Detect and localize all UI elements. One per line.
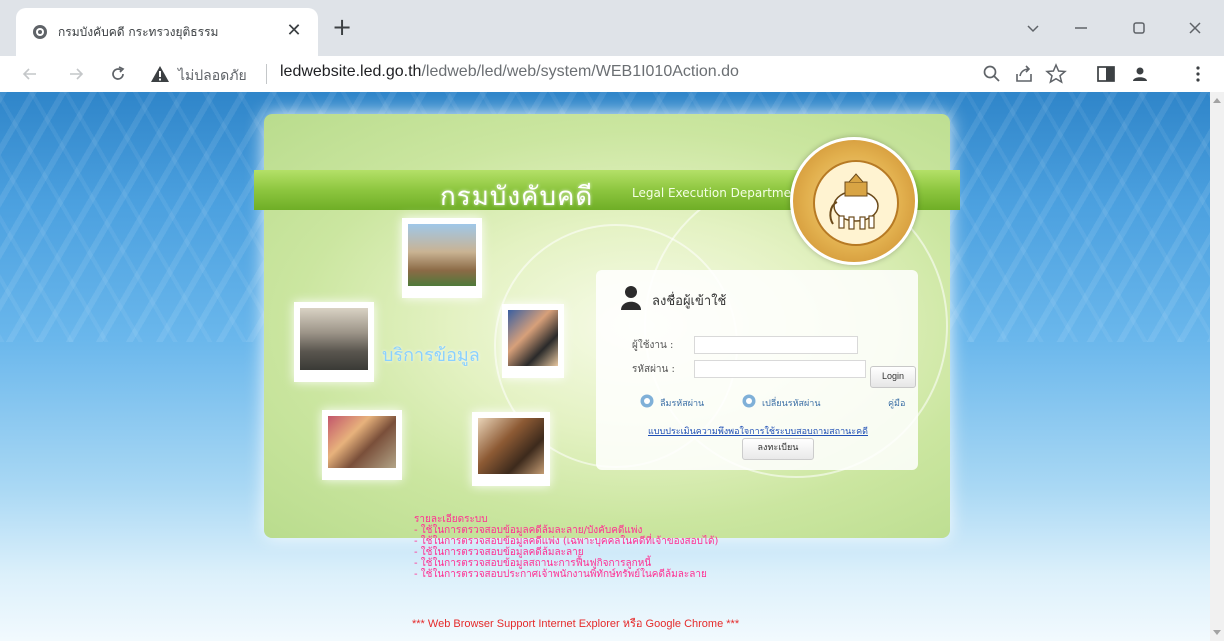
site-favicon-icon (33, 25, 47, 39)
browser-tab[interactable]: กรมบังคับคดี กระทรวงยุติธรรม ✕ (16, 8, 318, 56)
close-window-icon[interactable] (1180, 14, 1210, 42)
menu-icon[interactable] (1186, 62, 1210, 86)
browser-toolbar: ไม่ปลอดภัย ledwebsite.led.go.th/ledweb/l… (0, 56, 1224, 93)
username-label: ผู้ใช้งาน : (632, 340, 674, 351)
photo-people (502, 304, 564, 378)
star-icon[interactable] (1044, 62, 1068, 86)
photo-money (322, 410, 402, 480)
address-bar[interactable]: ledwebsite.led.go.th/ledweb/led/web/syst… (280, 63, 739, 81)
info-line: - ใช้ในการตรวจสอบข้อมูลคดีล้มละลาย/บังคั… (414, 525, 643, 536)
url-path: /ledweb/led/web/system/WEB1I010Action.do (421, 63, 739, 80)
help-icon (742, 394, 756, 408)
photo-gavel (472, 412, 550, 486)
tab-search-icon[interactable] (1018, 14, 1048, 42)
ministry-seal-logo (790, 137, 918, 265)
survey-link[interactable]: แบบประเมินความพึงพอใจการใช้ระบบสอบถามสถา… (648, 424, 868, 438)
share-icon[interactable] (1012, 62, 1036, 86)
side-panel-icon[interactable] (1094, 62, 1118, 86)
info-line: - ใช้ในการตรวจสอบข้อมูลคดีล้มละลาย (414, 547, 584, 558)
info-line: รายละเอียดระบบ (414, 514, 488, 525)
forgot-password-link[interactable]: ลืมรหัสผ่าน (660, 396, 704, 410)
minimize-icon[interactable] (1066, 14, 1096, 42)
department-name: กรมบังคับคดี (440, 182, 594, 212)
login-box: ลงชื่อผู้เข้าใช้ ผู้ใช้งาน : รหัสผ่าน : … (596, 270, 918, 470)
photo-house (402, 218, 482, 298)
tab-close-icon[interactable]: ✕ (280, 17, 308, 45)
change-password-link[interactable]: เปลี่ยนรหัสผ่าน (762, 396, 820, 410)
info-line: - ใช้ในการตรวจสอบประกาศเจ้าพนักงานพิทักษ… (414, 569, 707, 580)
url-host: ledwebsite.led.go.th (280, 63, 422, 80)
browser-support-note: *** Web Browser Support Internet Explore… (412, 618, 740, 630)
password-label: รหัสผ่าน : (632, 364, 675, 375)
scroll-up-icon[interactable] (1213, 98, 1221, 103)
maximize-icon[interactable] (1124, 14, 1154, 42)
reload-icon[interactable] (104, 60, 132, 88)
info-line: - ใช้ในการตรวจสอบข้อมูลคดีแพ่ง (เฉพาะบุค… (414, 536, 719, 547)
photo-building (294, 302, 374, 382)
zoom-icon[interactable] (980, 62, 1004, 86)
seal-inner (813, 160, 899, 246)
login-title: ลงชื่อผู้เข้าใช้ (652, 294, 727, 309)
password-field[interactable] (694, 360, 866, 378)
help-icon (640, 394, 654, 408)
manual-link[interactable]: คู่มือ (888, 396, 905, 410)
system-details: รายละเอียดระบบ - ใช้ในการตรวจสอบข้อมูลคด… (414, 514, 718, 580)
department-english-name: Legal Execution Department (632, 186, 804, 200)
back-icon[interactable] (16, 60, 44, 88)
page-scrollbar[interactable] (1210, 92, 1224, 641)
register-button[interactable]: ลงทะเบียน (742, 438, 814, 460)
not-secure-label[interactable]: ไม่ปลอดภัย (178, 65, 247, 87)
user-icon (621, 286, 641, 310)
service-label: บริการข้อมูล (382, 345, 480, 366)
warning-icon[interactable] (150, 64, 170, 84)
browser-title-bar: กรมบังคับคดี กระทรวงยุติธรรม ✕ + (0, 0, 1224, 56)
scroll-down-icon[interactable] (1213, 630, 1221, 635)
username-field[interactable] (694, 336, 858, 354)
login-button[interactable]: Login (870, 366, 916, 388)
tab-title: กรมบังคับคดี กระทรวงยุติธรรม (58, 25, 219, 39)
profile-icon[interactable] (1128, 62, 1152, 86)
info-line: - ใช้ในการตรวจสอบข้อมูลสถานะการฟื้นฟูกิจ… (414, 558, 652, 569)
forward-icon[interactable] (62, 60, 90, 88)
omnibox-separator (266, 64, 267, 84)
elephant-icon (829, 173, 879, 230)
page-viewport: กรมบังคับคดี Legal Execution Department (0, 92, 1224, 641)
new-tab-button[interactable]: + (328, 14, 356, 42)
